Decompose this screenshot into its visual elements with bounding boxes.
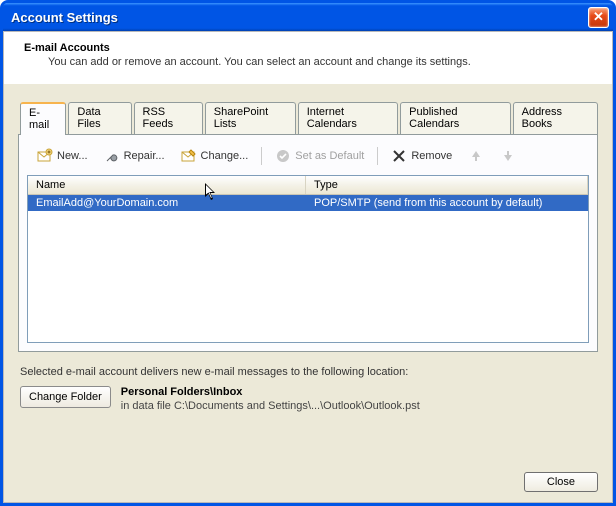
- window-body: E-mail Accounts You can add or remove an…: [3, 31, 613, 503]
- repair-button[interactable]: Repair...: [98, 145, 171, 167]
- toolbar-separator: [261, 147, 262, 165]
- tab-address-books[interactable]: Address Books: [513, 102, 598, 134]
- change-folder-button[interactable]: Change Folder: [20, 386, 111, 408]
- move-down-button: [494, 145, 522, 167]
- titlebar: Account Settings ✕: [3, 3, 613, 31]
- arrow-down-icon: [500, 148, 516, 164]
- tab-rss-feeds[interactable]: RSS Feeds: [134, 102, 203, 134]
- delivery-location-path: in data file C:\Documents and Settings\.…: [121, 400, 420, 412]
- tab-email[interactable]: E-mail: [20, 102, 66, 135]
- tab-published-calendars[interactable]: Published Calendars: [400, 102, 510, 134]
- check-circle-icon: [275, 148, 291, 164]
- accounts-list: Name Type EmailAdd@YourDomain.com POP/SM…: [27, 175, 589, 343]
- tab-internet-calendars[interactable]: Internet Calendars: [298, 102, 398, 134]
- tab-panel-email: New... Repair... Change...: [18, 134, 598, 352]
- page-heading: E-mail Accounts: [24, 42, 592, 54]
- list-item[interactable]: EmailAdd@YourDomain.com POP/SMTP (send f…: [28, 195, 588, 211]
- toolbar: New... Repair... Change...: [27, 143, 589, 175]
- account-settings-window: Account Settings ✕ E-mail Accounts You c…: [0, 0, 616, 506]
- tabs: E-mail Data Files RSS Feeds SharePoint L…: [18, 102, 598, 134]
- list-header: Name Type: [28, 176, 588, 195]
- new-button[interactable]: New...: [31, 145, 94, 167]
- close-icon: ✕: [593, 9, 604, 24]
- new-mail-icon: [37, 148, 53, 164]
- cell-type: POP/SMTP (send from this account by defa…: [306, 195, 588, 211]
- close-button[interactable]: Close: [524, 472, 598, 492]
- change-button[interactable]: Change...: [175, 145, 255, 167]
- tab-sharepoint-lists[interactable]: SharePoint Lists: [205, 102, 296, 134]
- delivery-intro: Selected e-mail account delivers new e-m…: [20, 366, 596, 378]
- list-body[interactable]: EmailAdd@YourDomain.com POP/SMTP (send f…: [28, 195, 588, 342]
- move-up-button: [462, 145, 490, 167]
- arrow-up-icon: [468, 148, 484, 164]
- header-area: E-mail Accounts You can add or remove an…: [4, 32, 612, 84]
- column-name[interactable]: Name: [28, 176, 306, 194]
- page-subheading: You can add or remove an account. You ca…: [48, 56, 592, 68]
- remove-button[interactable]: Remove: [385, 145, 458, 167]
- repair-icon: [104, 148, 120, 164]
- delivery-location: Personal Folders\Inbox in data file C:\D…: [121, 386, 420, 412]
- cell-name: EmailAdd@YourDomain.com: [28, 195, 306, 211]
- set-default-button: Set as Default: [269, 145, 370, 167]
- toolbar-separator-2: [377, 147, 378, 165]
- footer: Close: [4, 462, 612, 502]
- window-title: Account Settings: [11, 10, 588, 25]
- delivery-area: Selected e-mail account delivers new e-m…: [18, 352, 598, 412]
- delivery-location-name: Personal Folders\Inbox: [121, 386, 420, 398]
- column-type[interactable]: Type: [306, 176, 588, 194]
- content-area: E-mail Data Files RSS Feeds SharePoint L…: [4, 84, 612, 462]
- change-icon: [181, 148, 197, 164]
- tab-data-files[interactable]: Data Files: [68, 102, 131, 134]
- remove-icon: [391, 148, 407, 164]
- window-close-button[interactable]: ✕: [588, 7, 609, 28]
